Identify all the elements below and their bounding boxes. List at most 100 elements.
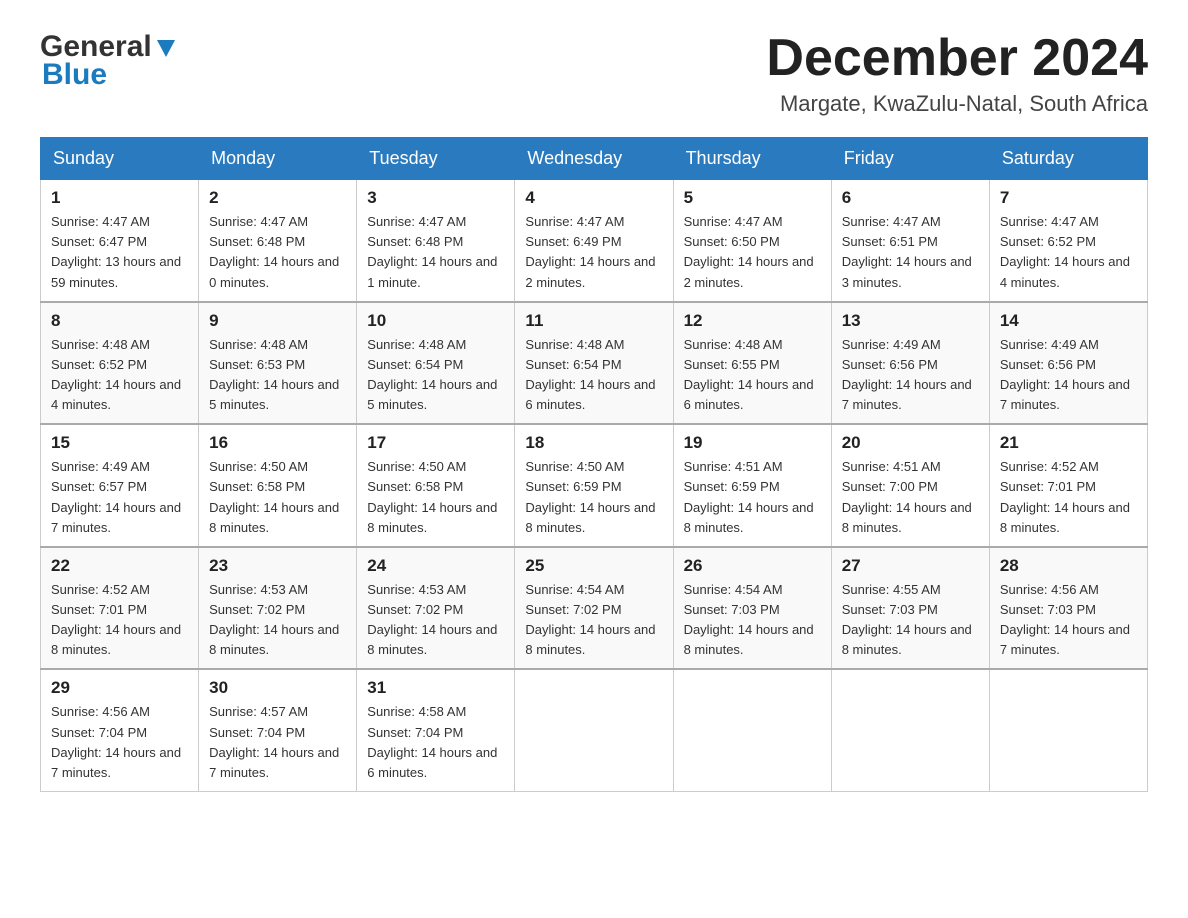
day-number: 10 xyxy=(367,311,504,331)
day-number: 30 xyxy=(209,678,346,698)
day-info: Sunrise: 4:47 AMSunset: 6:51 PMDaylight:… xyxy=(842,214,972,289)
header-sunday: Sunday xyxy=(41,138,199,180)
calendar-cell: 10 Sunrise: 4:48 AMSunset: 6:54 PMDaylig… xyxy=(357,302,515,425)
week-row-5: 29 Sunrise: 4:56 AMSunset: 7:04 PMDaylig… xyxy=(41,669,1148,791)
calendar-cell: 27 Sunrise: 4:55 AMSunset: 7:03 PMDaylig… xyxy=(831,547,989,670)
day-number: 19 xyxy=(684,433,821,453)
day-info: Sunrise: 4:54 AMSunset: 7:03 PMDaylight:… xyxy=(684,582,814,657)
title-area: December 2024 Margate, KwaZulu-Natal, So… xyxy=(766,30,1148,117)
day-number: 17 xyxy=(367,433,504,453)
day-info: Sunrise: 4:58 AMSunset: 7:04 PMDaylight:… xyxy=(367,704,497,779)
day-info: Sunrise: 4:47 AMSunset: 6:47 PMDaylight:… xyxy=(51,214,181,289)
day-info: Sunrise: 4:47 AMSunset: 6:52 PMDaylight:… xyxy=(1000,214,1130,289)
day-number: 14 xyxy=(1000,311,1137,331)
day-info: Sunrise: 4:53 AMSunset: 7:02 PMDaylight:… xyxy=(367,582,497,657)
day-info: Sunrise: 4:47 AMSunset: 6:48 PMDaylight:… xyxy=(209,214,339,289)
logo: General Blue xyxy=(40,30,177,92)
day-info: Sunrise: 4:52 AMSunset: 7:01 PMDaylight:… xyxy=(1000,459,1130,534)
logo-triangle-icon xyxy=(155,37,177,59)
day-number: 5 xyxy=(684,188,821,208)
calendar-cell xyxy=(515,669,673,791)
calendar-cell: 16 Sunrise: 4:50 AMSunset: 6:58 PMDaylig… xyxy=(199,424,357,547)
month-title: December 2024 xyxy=(766,30,1148,87)
calendar-cell xyxy=(831,669,989,791)
calendar-cell: 12 Sunrise: 4:48 AMSunset: 6:55 PMDaylig… xyxy=(673,302,831,425)
calendar-cell: 24 Sunrise: 4:53 AMSunset: 7:02 PMDaylig… xyxy=(357,547,515,670)
calendar-cell: 11 Sunrise: 4:48 AMSunset: 6:54 PMDaylig… xyxy=(515,302,673,425)
header: General Blue December 2024 Margate, KwaZ… xyxy=(40,30,1148,117)
calendar-cell: 8 Sunrise: 4:48 AMSunset: 6:52 PMDayligh… xyxy=(41,302,199,425)
day-info: Sunrise: 4:50 AMSunset: 6:58 PMDaylight:… xyxy=(367,459,497,534)
location-title: Margate, KwaZulu-Natal, South Africa xyxy=(766,91,1148,117)
day-info: Sunrise: 4:53 AMSunset: 7:02 PMDaylight:… xyxy=(209,582,339,657)
header-monday: Monday xyxy=(199,138,357,180)
day-info: Sunrise: 4:56 AMSunset: 7:04 PMDaylight:… xyxy=(51,704,181,779)
header-friday: Friday xyxy=(831,138,989,180)
calendar-cell: 30 Sunrise: 4:57 AMSunset: 7:04 PMDaylig… xyxy=(199,669,357,791)
calendar-cell: 22 Sunrise: 4:52 AMSunset: 7:01 PMDaylig… xyxy=(41,547,199,670)
day-info: Sunrise: 4:49 AMSunset: 6:57 PMDaylight:… xyxy=(51,459,181,534)
day-info: Sunrise: 4:57 AMSunset: 7:04 PMDaylight:… xyxy=(209,704,339,779)
calendar-cell: 20 Sunrise: 4:51 AMSunset: 7:00 PMDaylig… xyxy=(831,424,989,547)
day-info: Sunrise: 4:55 AMSunset: 7:03 PMDaylight:… xyxy=(842,582,972,657)
calendar-cell: 15 Sunrise: 4:49 AMSunset: 6:57 PMDaylig… xyxy=(41,424,199,547)
calendar-cell: 19 Sunrise: 4:51 AMSunset: 6:59 PMDaylig… xyxy=(673,424,831,547)
calendar-cell: 3 Sunrise: 4:47 AMSunset: 6:48 PMDayligh… xyxy=(357,180,515,302)
calendar-cell: 14 Sunrise: 4:49 AMSunset: 6:56 PMDaylig… xyxy=(989,302,1147,425)
calendar-cell: 4 Sunrise: 4:47 AMSunset: 6:49 PMDayligh… xyxy=(515,180,673,302)
day-number: 24 xyxy=(367,556,504,576)
day-number: 15 xyxy=(51,433,188,453)
day-info: Sunrise: 4:48 AMSunset: 6:53 PMDaylight:… xyxy=(209,337,339,412)
day-info: Sunrise: 4:48 AMSunset: 6:54 PMDaylight:… xyxy=(525,337,655,412)
week-row-4: 22 Sunrise: 4:52 AMSunset: 7:01 PMDaylig… xyxy=(41,547,1148,670)
day-number: 2 xyxy=(209,188,346,208)
day-number: 18 xyxy=(525,433,662,453)
header-thursday: Thursday xyxy=(673,138,831,180)
calendar-cell: 21 Sunrise: 4:52 AMSunset: 7:01 PMDaylig… xyxy=(989,424,1147,547)
day-number: 3 xyxy=(367,188,504,208)
calendar-cell: 18 Sunrise: 4:50 AMSunset: 6:59 PMDaylig… xyxy=(515,424,673,547)
calendar-table: SundayMondayTuesdayWednesdayThursdayFrid… xyxy=(40,137,1148,792)
day-info: Sunrise: 4:50 AMSunset: 6:58 PMDaylight:… xyxy=(209,459,339,534)
week-row-1: 1 Sunrise: 4:47 AMSunset: 6:47 PMDayligh… xyxy=(41,180,1148,302)
calendar-cell xyxy=(673,669,831,791)
logo-blue-text: Blue xyxy=(40,58,177,92)
calendar-cell: 7 Sunrise: 4:47 AMSunset: 6:52 PMDayligh… xyxy=(989,180,1147,302)
day-info: Sunrise: 4:52 AMSunset: 7:01 PMDaylight:… xyxy=(51,582,181,657)
calendar-cell: 25 Sunrise: 4:54 AMSunset: 7:02 PMDaylig… xyxy=(515,547,673,670)
day-number: 20 xyxy=(842,433,979,453)
day-info: Sunrise: 4:51 AMSunset: 6:59 PMDaylight:… xyxy=(684,459,814,534)
day-number: 11 xyxy=(525,311,662,331)
day-number: 1 xyxy=(51,188,188,208)
header-wednesday: Wednesday xyxy=(515,138,673,180)
day-info: Sunrise: 4:49 AMSunset: 6:56 PMDaylight:… xyxy=(1000,337,1130,412)
day-number: 16 xyxy=(209,433,346,453)
calendar-cell: 1 Sunrise: 4:47 AMSunset: 6:47 PMDayligh… xyxy=(41,180,199,302)
calendar-cell: 5 Sunrise: 4:47 AMSunset: 6:50 PMDayligh… xyxy=(673,180,831,302)
calendar-cell: 29 Sunrise: 4:56 AMSunset: 7:04 PMDaylig… xyxy=(41,669,199,791)
day-number: 12 xyxy=(684,311,821,331)
day-info: Sunrise: 4:51 AMSunset: 7:00 PMDaylight:… xyxy=(842,459,972,534)
week-row-3: 15 Sunrise: 4:49 AMSunset: 6:57 PMDaylig… xyxy=(41,424,1148,547)
calendar-cell: 28 Sunrise: 4:56 AMSunset: 7:03 PMDaylig… xyxy=(989,547,1147,670)
calendar-cell: 26 Sunrise: 4:54 AMSunset: 7:03 PMDaylig… xyxy=(673,547,831,670)
day-number: 7 xyxy=(1000,188,1137,208)
week-row-2: 8 Sunrise: 4:48 AMSunset: 6:52 PMDayligh… xyxy=(41,302,1148,425)
day-number: 29 xyxy=(51,678,188,698)
calendar-cell: 9 Sunrise: 4:48 AMSunset: 6:53 PMDayligh… xyxy=(199,302,357,425)
calendar-cell: 17 Sunrise: 4:50 AMSunset: 6:58 PMDaylig… xyxy=(357,424,515,547)
day-number: 23 xyxy=(209,556,346,576)
day-number: 26 xyxy=(684,556,821,576)
day-info: Sunrise: 4:47 AMSunset: 6:50 PMDaylight:… xyxy=(684,214,814,289)
calendar-cell: 13 Sunrise: 4:49 AMSunset: 6:56 PMDaylig… xyxy=(831,302,989,425)
day-info: Sunrise: 4:54 AMSunset: 7:02 PMDaylight:… xyxy=(525,582,655,657)
day-number: 27 xyxy=(842,556,979,576)
day-number: 28 xyxy=(1000,556,1137,576)
day-number: 13 xyxy=(842,311,979,331)
day-number: 8 xyxy=(51,311,188,331)
day-info: Sunrise: 4:47 AMSunset: 6:49 PMDaylight:… xyxy=(525,214,655,289)
day-info: Sunrise: 4:48 AMSunset: 6:52 PMDaylight:… xyxy=(51,337,181,412)
day-number: 4 xyxy=(525,188,662,208)
day-info: Sunrise: 4:47 AMSunset: 6:48 PMDaylight:… xyxy=(367,214,497,289)
day-number: 22 xyxy=(51,556,188,576)
